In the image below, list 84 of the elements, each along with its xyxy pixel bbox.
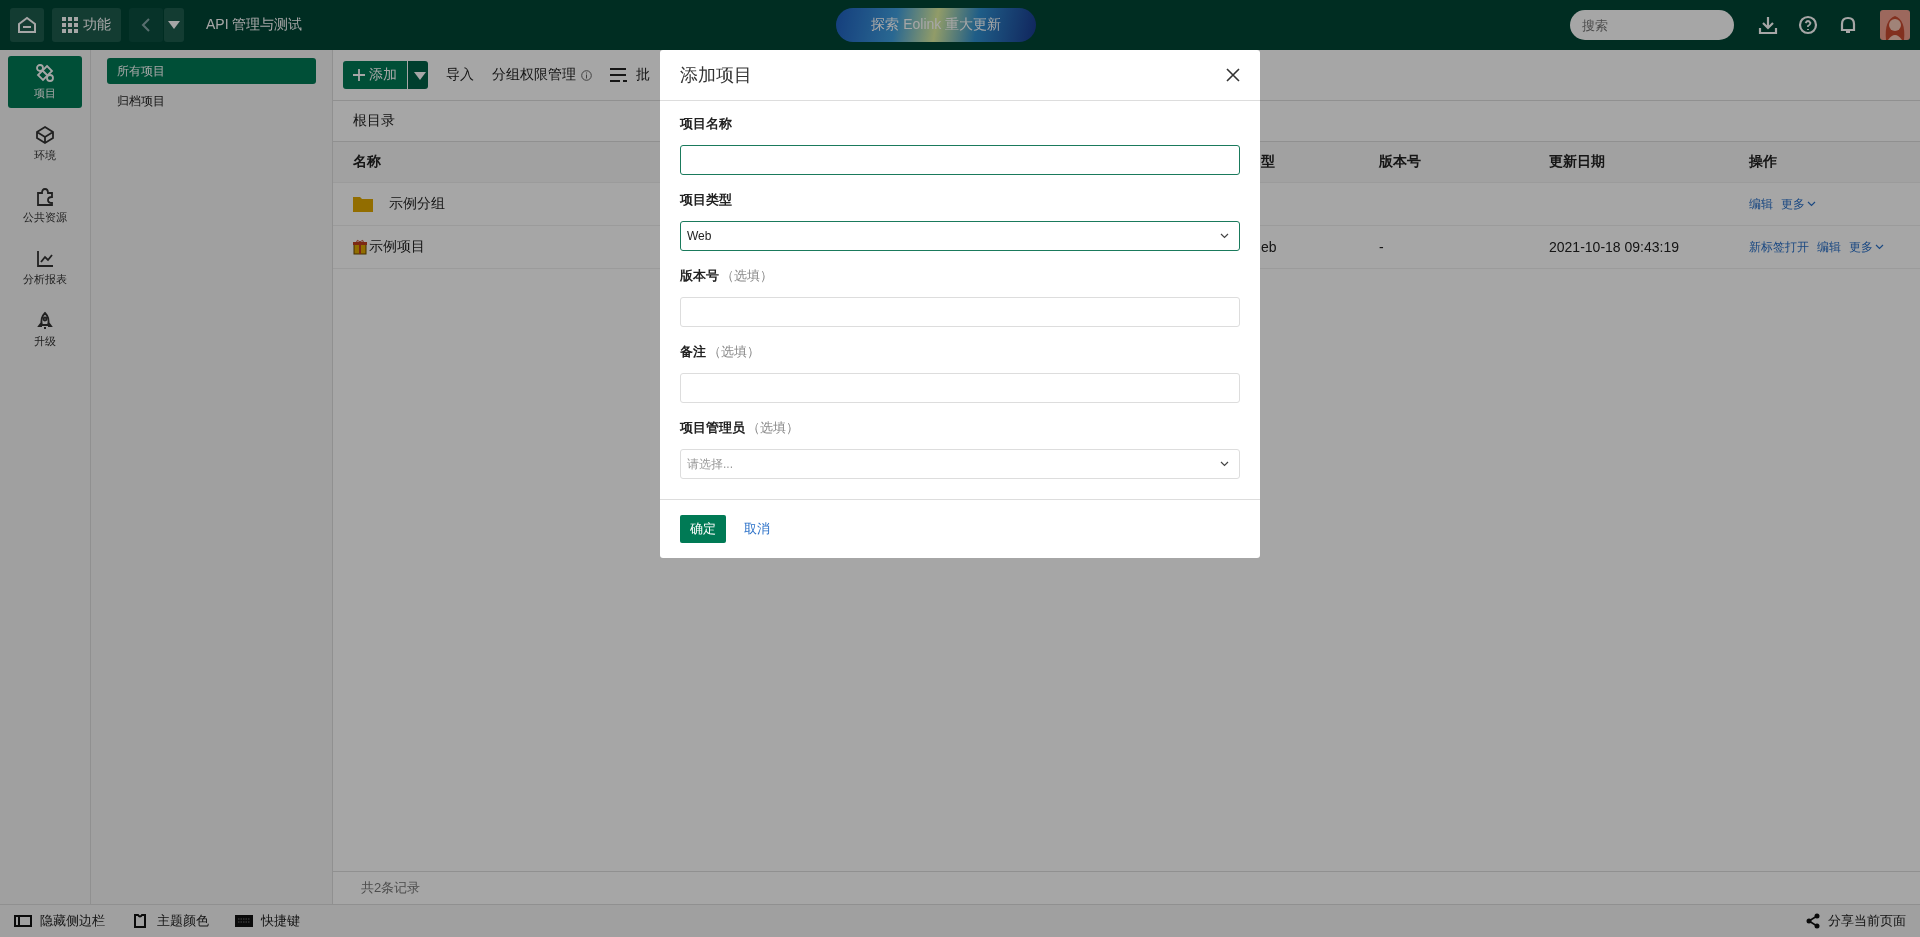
- nav-item[interactable]: 分析报表: [8, 242, 82, 294]
- env-icon: [35, 125, 55, 145]
- chevron-icon: [1220, 233, 1229, 239]
- bell-icon[interactable]: [1838, 15, 1858, 35]
- toolbar-button[interactable]: 导入: [446, 66, 474, 84]
- list-icon: [610, 68, 628, 82]
- back-icon: [141, 18, 151, 32]
- app-title: API 管理与测试: [206, 16, 303, 34]
- share-button[interactable]: 分享当前页面: [1806, 912, 1906, 930]
- chevron-icon: [1807, 201, 1816, 207]
- toolbar-button[interactable]: 分组权限管理: [492, 66, 576, 84]
- optional-hint: （选填）: [708, 343, 760, 361]
- toolbar-button[interactable]: 批: [636, 66, 650, 84]
- field-label: 项目名称: [680, 115, 732, 133]
- puzzle-icon: [35, 187, 55, 207]
- nav-item[interactable]: 升级: [8, 304, 82, 356]
- table-cell: eb: [1261, 239, 1277, 255]
- add-button[interactable]: 添加: [343, 61, 407, 89]
- more-link[interactable]: 更多: [1849, 238, 1884, 256]
- chevron-icon: [1875, 244, 1884, 250]
- action-link[interactable]: 新标签打开: [1749, 238, 1809, 256]
- group-item[interactable]: 归档项目: [107, 88, 316, 114]
- home-icon: [17, 16, 37, 34]
- nav-label: 升级: [34, 334, 56, 349]
- chevron-icon: [1220, 461, 1229, 467]
- group-item[interactable]: 所有项目: [107, 58, 316, 84]
- table-cell: -: [1379, 239, 1384, 255]
- confirm-button[interactable]: 确定: [680, 515, 726, 543]
- field-label: 项目管理员: [680, 419, 745, 437]
- optional-hint: （选填）: [747, 419, 799, 437]
- action-link[interactable]: 编辑: [1817, 238, 1841, 256]
- column-header: 操作: [1749, 153, 1777, 171]
- project-icon: [35, 63, 55, 83]
- folder-icon: [353, 196, 373, 212]
- dialog-title: 添加项目: [680, 64, 752, 87]
- gift-icon: [353, 239, 367, 255]
- bottom-bar-button[interactable]: 隐藏侧边栏: [14, 912, 105, 930]
- field-label: 项目类型: [680, 191, 732, 209]
- keyboard-icon: [235, 914, 253, 928]
- bottom-bar-button[interactable]: 快捷键: [235, 912, 300, 930]
- record-count: 共2条记录: [361, 879, 421, 897]
- avatar-icon[interactable]: [1880, 10, 1910, 40]
- shirt-icon: [131, 914, 149, 928]
- more-link[interactable]: 更多: [1781, 195, 1816, 213]
- field-label: 版本号: [680, 267, 719, 285]
- column-header: 更新日期: [1549, 153, 1605, 171]
- column-header: 型: [1261, 153, 1275, 171]
- menu-button[interactable]: 功能: [52, 8, 121, 42]
- chart-icon: [35, 249, 55, 269]
- nav-label: 项目: [34, 86, 56, 101]
- project-name[interactable]: 示例分组: [389, 195, 445, 213]
- cancel-button[interactable]: 取消: [744, 520, 770, 538]
- close-icon[interactable]: [1226, 68, 1240, 82]
- download-icon[interactable]: [1758, 15, 1778, 35]
- table-cell: 2021-10-18 09:43:19: [1549, 239, 1679, 255]
- help-icon[interactable]: [1798, 15, 1818, 35]
- nav-label: 环境: [34, 148, 56, 163]
- action-link[interactable]: 编辑: [1749, 195, 1773, 213]
- info-icon: [581, 69, 592, 81]
- input-field[interactable]: [680, 145, 1240, 175]
- rocket-icon: [35, 311, 55, 331]
- breadcrumb[interactable]: 根目录: [353, 112, 395, 130]
- caret-icon: [168, 21, 180, 29]
- sidebar-icon: [14, 914, 32, 928]
- project-name[interactable]: 示例项目: [369, 238, 425, 256]
- nav-label: 公共资源: [23, 210, 67, 225]
- optional-hint: （选填）: [721, 267, 773, 285]
- select-field[interactable]: Web: [680, 221, 1240, 251]
- home-button[interactable]: [10, 8, 44, 42]
- share-icon: [1806, 913, 1820, 929]
- field-label: 备注: [680, 343, 706, 361]
- caret-icon: [414, 71, 426, 80]
- dropdown-button[interactable]: [164, 8, 184, 42]
- bottom-bar-button[interactable]: 主题颜色: [131, 912, 209, 930]
- plus-icon: [353, 69, 365, 81]
- add-dropdown-button[interactable]: [408, 61, 428, 89]
- search-field[interactable]: 搜索: [1570, 10, 1734, 40]
- nav-item[interactable]: 环境: [8, 118, 82, 170]
- grid-icon: [62, 17, 78, 33]
- nav-item[interactable]: 公共资源: [8, 180, 82, 232]
- column-header: 版本号: [1379, 153, 1421, 171]
- nav-label: 分析报表: [23, 272, 67, 287]
- nav-item[interactable]: 项目: [8, 56, 82, 108]
- column-header: 名称: [353, 153, 381, 171]
